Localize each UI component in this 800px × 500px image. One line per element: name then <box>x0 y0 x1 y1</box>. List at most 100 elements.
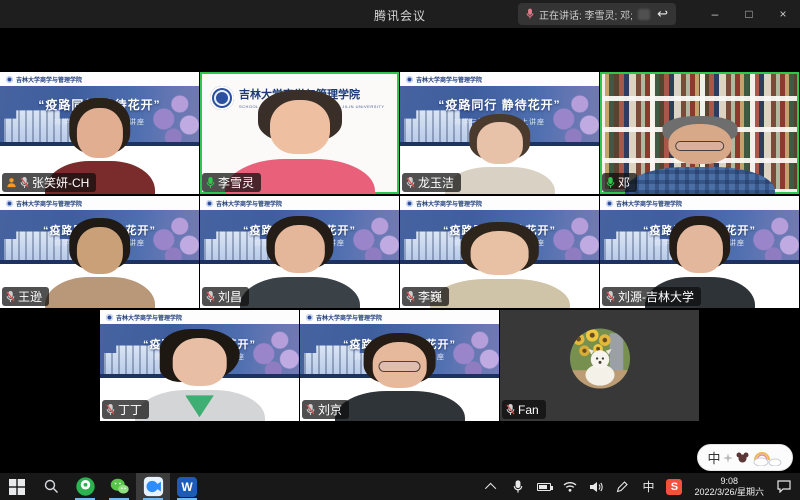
muted-mic-icon <box>406 291 415 303</box>
university-logo-icon <box>406 76 413 83</box>
university-logo-icon <box>306 314 313 321</box>
start-button[interactable] <box>0 473 34 500</box>
school-logo-header: 吉林大学商学与管理学院 <box>300 310 499 324</box>
avatar <box>569 328 631 395</box>
app-title: 腾讯会议 <box>0 7 800 24</box>
word-icon: W <box>177 477 197 497</box>
university-logo-icon <box>6 76 13 83</box>
taskbar-app-tencent-meeting[interactable] <box>136 473 170 500</box>
blurred-name <box>638 9 650 20</box>
name-badge: 邓 <box>602 173 637 192</box>
tray-microphone[interactable] <box>506 473 530 500</box>
tray-pen[interactable] <box>610 473 634 500</box>
video-tile-longyujie[interactable]: 吉林大学商学与管理学院 “疫路同行 静待花开” 商学与管理学院 线上讲座 龙玉洁 <box>400 72 599 194</box>
name-badge: 丁丁 <box>102 400 149 419</box>
school-logo-header: 吉林大学商学与管理学院 <box>0 196 199 210</box>
video-tile-dingding[interactable]: 吉林大学商学与管理学院 “疫路同行 静待花开” 商学与管理学院 线上讲座 丁丁 <box>100 310 299 421</box>
pen-icon <box>616 481 628 493</box>
desktop: 腾讯会议 正在讲话: 李雪灵; 邓; ↩ – □ × 吉林大学商学与管理学院 “… <box>0 0 800 500</box>
school-logo-header: 吉林大学商学与管理学院 <box>400 196 599 210</box>
action-center-button[interactable] <box>772 473 796 500</box>
university-logo-icon <box>206 200 213 207</box>
ime-mode-label[interactable]: 中 <box>707 448 720 467</box>
taskbar-app-wechat[interactable] <box>102 473 136 500</box>
windows-logo-icon <box>9 479 25 495</box>
microphone-icon <box>513 480 523 494</box>
taskbar: W <box>0 473 800 500</box>
search-icon <box>44 479 59 494</box>
name-badge: 刘源-吉林大学 <box>602 287 701 306</box>
name-badge: 龙玉洁 <box>402 173 461 192</box>
speaking-mic-icon <box>526 8 534 20</box>
speaking-toast: 正在讲话: 李雪灵; 邓; ↩ <box>518 3 676 25</box>
tray-ime-mode[interactable]: 中 <box>636 473 660 500</box>
muted-mic-icon <box>206 291 215 303</box>
wifi-icon <box>563 481 577 492</box>
video-tile-fan[interactable]: Fan <box>500 310 699 421</box>
school-logo-header: 吉林大学商学与管理学院 <box>600 196 799 210</box>
muted-mic-icon <box>6 291 15 303</box>
school-logo-header: 吉林大学商学与管理学院 <box>100 310 299 324</box>
tray-sogou[interactable]: S <box>662 473 686 500</box>
participant-video <box>135 329 265 421</box>
tencent-meeting-icon <box>143 476 164 497</box>
tray-volume[interactable] <box>584 473 608 500</box>
close-button[interactable]: × <box>766 0 800 28</box>
name-badge: 刘昌 <box>202 287 249 306</box>
video-tile-liuyuan[interactable]: 吉林大学商学与管理学院 “疫路同行 静待花开” 商学与管理学院 线上讲座 刘源-… <box>600 196 799 308</box>
weather-clouds-icon[interactable] <box>752 450 782 466</box>
battery-icon <box>537 483 551 491</box>
tray-expand-button[interactable] <box>480 473 504 500</box>
chevron-up-icon <box>485 482 496 493</box>
active-mic-icon <box>206 177 215 189</box>
name-badge: 李雪灵 <box>202 173 261 192</box>
participant-video <box>45 218 155 308</box>
tray-battery[interactable] <box>532 473 556 500</box>
speaker-icon <box>590 481 603 493</box>
wechat-icon <box>109 476 130 497</box>
muted-mic-icon <box>106 404 115 416</box>
sogou-icon: S <box>666 479 682 495</box>
video-tile-deng[interactable]: 邓 <box>600 72 799 194</box>
clock-time: 9:08 <box>694 476 764 487</box>
sparkle-icon[interactable] <box>723 453 733 463</box>
muted-mic-icon <box>20 177 29 189</box>
university-logo-icon <box>106 314 113 321</box>
university-logo-icon <box>6 200 13 207</box>
reply-arrow-icon[interactable]: ↩ <box>657 6 668 22</box>
clock-date: 2022/3/26/星期六 <box>694 487 764 498</box>
muted-mic-icon <box>306 404 315 416</box>
video-tile-wangxun[interactable]: 吉林大学商学与管理学院 “疫路同行 静待花开” 商学与管理学院 线上讲座 王逊 <box>0 196 199 308</box>
meeting-titlebar[interactable]: 腾讯会议 正在讲话: 李雪灵; 邓; ↩ – □ × <box>0 0 800 28</box>
taskbar-clock[interactable]: 9:08 2022/3/26/星期六 <box>688 476 770 498</box>
tray-network[interactable] <box>558 473 582 500</box>
muted-mic-icon <box>606 291 615 303</box>
mickey-icon[interactable] <box>736 452 749 463</box>
video-tile-lixueling[interactable]: 吉林大学商学与管理学院 SCHOOL OF BUSINESS AND MANAG… <box>200 72 399 194</box>
school-logo-header: 吉林大学商学与管理学院 <box>400 72 599 86</box>
video-tile-liuchang[interactable]: 吉林大学商学与管理学院 “疫路同行 静待花开” 商学与管理学院 线上讲座 刘昌 <box>200 196 399 308</box>
name-badge: 张笑妍-CH <box>2 173 96 192</box>
school-logo-header: 吉林大学商学与管理学院 <box>0 72 199 86</box>
name-badge: 李巍 <box>402 287 449 306</box>
speaking-text: 正在讲话: 李雪灵; 邓; <box>539 7 633 22</box>
taskbar-app-browser[interactable] <box>68 473 102 500</box>
minimize-button[interactable]: – <box>698 0 732 28</box>
video-tile-liwei[interactable]: 吉林大学商学与管理学院 “疫路同行 静待花开” 商学与管理学院 线上讲座 李巍 <box>400 196 599 308</box>
taskbar-app-word[interactable]: W <box>170 473 204 500</box>
university-logo-icon <box>406 200 413 207</box>
muted-mic-icon <box>506 404 515 416</box>
ime-toolbar[interactable]: 中 <box>697 444 793 471</box>
name-badge: Fan <box>502 400 546 419</box>
participant-video <box>240 216 360 308</box>
search-button[interactable] <box>34 473 68 500</box>
maximize-button[interactable]: □ <box>732 0 766 28</box>
browser-icon <box>75 476 96 497</box>
participant-video <box>625 116 775 194</box>
video-tile-liujing[interactable]: 吉林大学商学与管理学院 “疫路同行 静待花开” 商学与管理学院 线上讲座 刘京 <box>300 310 499 421</box>
dog-avatar-image <box>569 328 631 390</box>
video-tile-zhangxiaoyan[interactable]: 吉林大学商学与管理学院 “疫路同行 静待花开” 商学与管理学院 线上讲座 张笑妍… <box>0 72 199 194</box>
school-logo-header: 吉林大学商学与管理学院 <box>200 196 399 210</box>
participant-video <box>430 222 570 308</box>
host-icon <box>6 177 17 188</box>
